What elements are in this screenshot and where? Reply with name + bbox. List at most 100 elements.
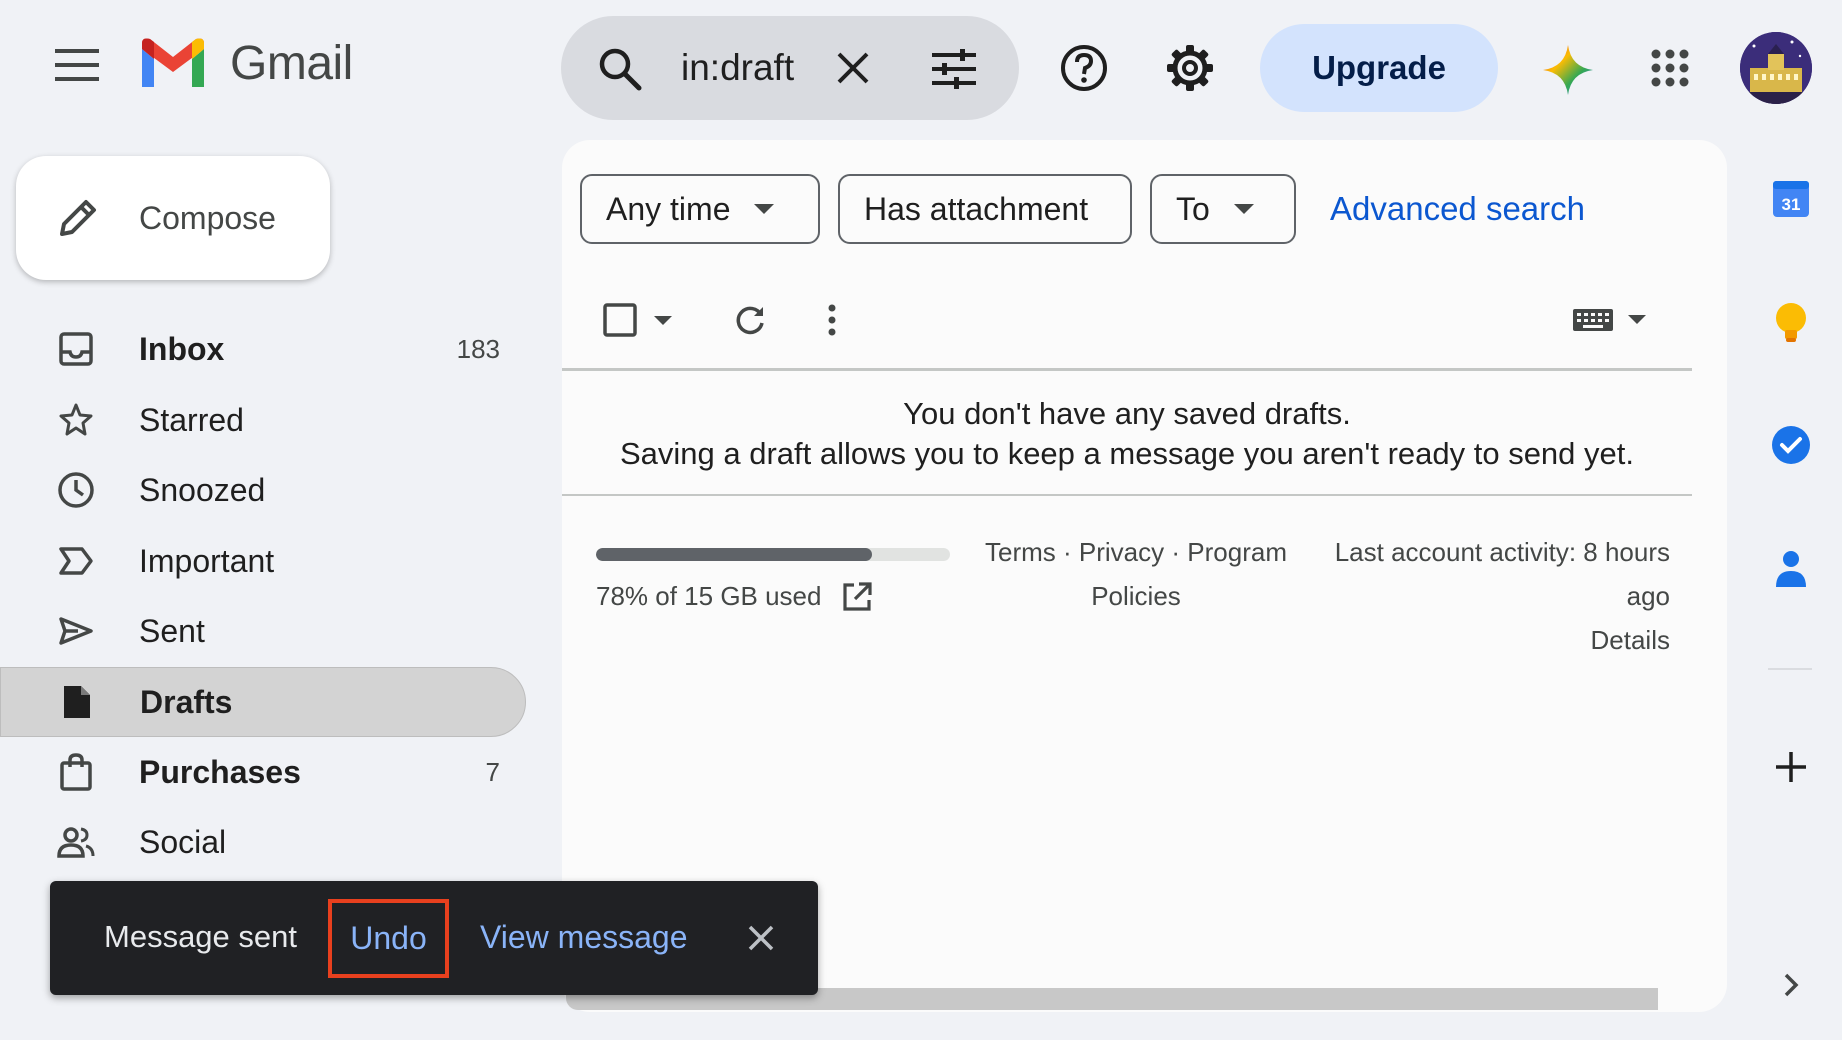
gmail-m-icon bbox=[142, 38, 204, 87]
contacts-icon bbox=[1776, 551, 1806, 587]
advanced-search-link[interactable]: Advanced search bbox=[1330, 190, 1585, 228]
upgrade-button[interactable]: Upgrade bbox=[1260, 24, 1498, 112]
undo-label: Undo bbox=[350, 920, 427, 956]
keep-app-button[interactable] bbox=[1766, 298, 1816, 348]
inbox-icon bbox=[56, 329, 96, 369]
filter-label: Has attachment bbox=[864, 190, 1089, 227]
separator: · bbox=[1171, 537, 1181, 567]
filter-any-time[interactable]: Any time bbox=[580, 174, 820, 244]
unread-count: 183 bbox=[456, 333, 500, 364]
sidebar-item-label: Snoozed bbox=[139, 471, 266, 508]
sidebar-item-starred[interactable]: Starred bbox=[0, 385, 526, 455]
select-all-checkbox[interactable] bbox=[600, 300, 640, 340]
last-activity-text: Last account activity: 8 hours bbox=[1334, 537, 1670, 567]
settings-button[interactable] bbox=[1164, 42, 1216, 94]
rail-divider bbox=[1768, 668, 1812, 670]
caret-down-icon bbox=[1628, 315, 1646, 324]
tasks-app-button[interactable] bbox=[1766, 420, 1816, 470]
refresh-button[interactable] bbox=[730, 300, 770, 340]
content-divider bbox=[562, 494, 1692, 496]
draft-icon bbox=[57, 682, 97, 722]
activity-details-link[interactable]: Details bbox=[1591, 625, 1670, 655]
search-bar[interactable] bbox=[561, 16, 1019, 120]
more-options-button[interactable] bbox=[820, 300, 844, 340]
sidebar-item-sent[interactable]: Sent bbox=[0, 596, 526, 666]
sidebar-item-label: Purchases bbox=[139, 753, 301, 790]
calendar-day-number: 31 bbox=[1782, 195, 1801, 214]
open-in-new-icon bbox=[843, 582, 872, 611]
terms-link[interactable]: Terms bbox=[985, 537, 1056, 567]
sidebar-item-label: Starred bbox=[139, 401, 244, 438]
keyboard-icon bbox=[1573, 309, 1613, 331]
contacts-app-button[interactable] bbox=[1766, 544, 1816, 594]
storage-usage-fill bbox=[596, 548, 873, 561]
undo-button[interactable]: Undo bbox=[328, 899, 449, 978]
filter-label: To bbox=[1176, 190, 1210, 227]
dropdown-arrow-icon bbox=[754, 204, 775, 214]
calendar-icon: 31 bbox=[1773, 181, 1809, 217]
filter-to[interactable]: To bbox=[1150, 174, 1296, 244]
people-icon bbox=[56, 822, 96, 862]
compose-label: Compose bbox=[139, 199, 276, 236]
input-tools-button[interactable] bbox=[1570, 302, 1650, 338]
search-options-button[interactable] bbox=[931, 46, 977, 92]
apps-grid-icon bbox=[1651, 49, 1689, 87]
sidebar-item-label: Social bbox=[139, 823, 227, 860]
sidebar-item-snoozed[interactable]: Snoozed bbox=[0, 455, 526, 525]
shopping-bag-icon bbox=[56, 752, 96, 792]
checkbox-icon bbox=[603, 303, 637, 337]
manage-storage-link[interactable] bbox=[838, 578, 876, 616]
storage-usage-bar bbox=[596, 548, 950, 561]
privacy-link[interactable]: Privacy bbox=[1079, 537, 1164, 567]
main-menu-button[interactable] bbox=[44, 32, 110, 98]
compose-button[interactable]: Compose bbox=[16, 156, 330, 280]
last-activity-text-line2: ago bbox=[1626, 581, 1670, 611]
google-apps-button[interactable] bbox=[1646, 44, 1694, 92]
program-policies-link[interactable]: Program bbox=[1187, 537, 1287, 567]
search-input[interactable] bbox=[681, 44, 851, 92]
keep-icon bbox=[1776, 303, 1806, 342]
separator: · bbox=[1063, 537, 1072, 567]
program-policies-link-line2[interactable]: Policies bbox=[1091, 581, 1181, 611]
sidebar-item-social[interactable]: Social bbox=[0, 807, 526, 877]
refresh-icon bbox=[736, 306, 764, 335]
get-addons-button[interactable] bbox=[1766, 742, 1816, 792]
snackbar-message: Message sent bbox=[104, 919, 297, 954]
clear-search-button[interactable] bbox=[831, 46, 875, 90]
sidebar-item-important[interactable]: Important bbox=[0, 526, 526, 596]
account-activity: Last account activity: 8 hours ago Detai… bbox=[1308, 530, 1670, 662]
clock-icon bbox=[56, 470, 96, 510]
add-icon bbox=[1776, 752, 1806, 782]
chevron-right-icon bbox=[1784, 973, 1799, 997]
app-name: Gmail bbox=[230, 37, 353, 90]
sidebar-item-purchases[interactable]: Purchases 7 bbox=[0, 737, 526, 807]
calendar-app-button[interactable]: 31 bbox=[1766, 174, 1816, 224]
filter-has-attachment[interactable]: Has attachment bbox=[838, 174, 1132, 244]
view-message-link[interactable]: View message bbox=[480, 919, 688, 956]
close-icon bbox=[748, 925, 774, 951]
account-avatar[interactable] bbox=[1740, 32, 1812, 104]
sidebar-item-drafts[interactable]: Drafts bbox=[0, 667, 526, 737]
footer-links: Terms · Privacy · Program Policies bbox=[976, 530, 1296, 618]
filter-label: Any time bbox=[606, 190, 731, 227]
support-button[interactable] bbox=[1058, 42, 1110, 94]
star-icon bbox=[56, 400, 96, 440]
caret-down-icon bbox=[654, 316, 672, 325]
unread-count: 7 bbox=[485, 756, 500, 787]
gemini-sparkle-icon bbox=[1543, 45, 1593, 95]
show-side-panel-button[interactable] bbox=[1766, 960, 1816, 1010]
search-icon[interactable] bbox=[597, 46, 643, 92]
close-icon bbox=[837, 52, 869, 84]
tasks-icon bbox=[1772, 426, 1810, 464]
select-options-dropdown[interactable] bbox=[650, 308, 676, 334]
snackbar: Message sent Undo View message bbox=[50, 881, 818, 995]
hamburger-menu-icon bbox=[55, 49, 99, 81]
important-icon bbox=[56, 541, 96, 581]
sidebar-item-inbox[interactable]: Inbox 183 bbox=[0, 314, 526, 384]
send-icon bbox=[56, 611, 96, 651]
gemini-button[interactable] bbox=[1542, 44, 1594, 96]
pencil-icon bbox=[60, 200, 96, 236]
tune-icon bbox=[932, 49, 976, 89]
gmail-logo[interactable]: Gmail bbox=[138, 36, 353, 91]
dismiss-snackbar-button[interactable] bbox=[740, 917, 782, 959]
